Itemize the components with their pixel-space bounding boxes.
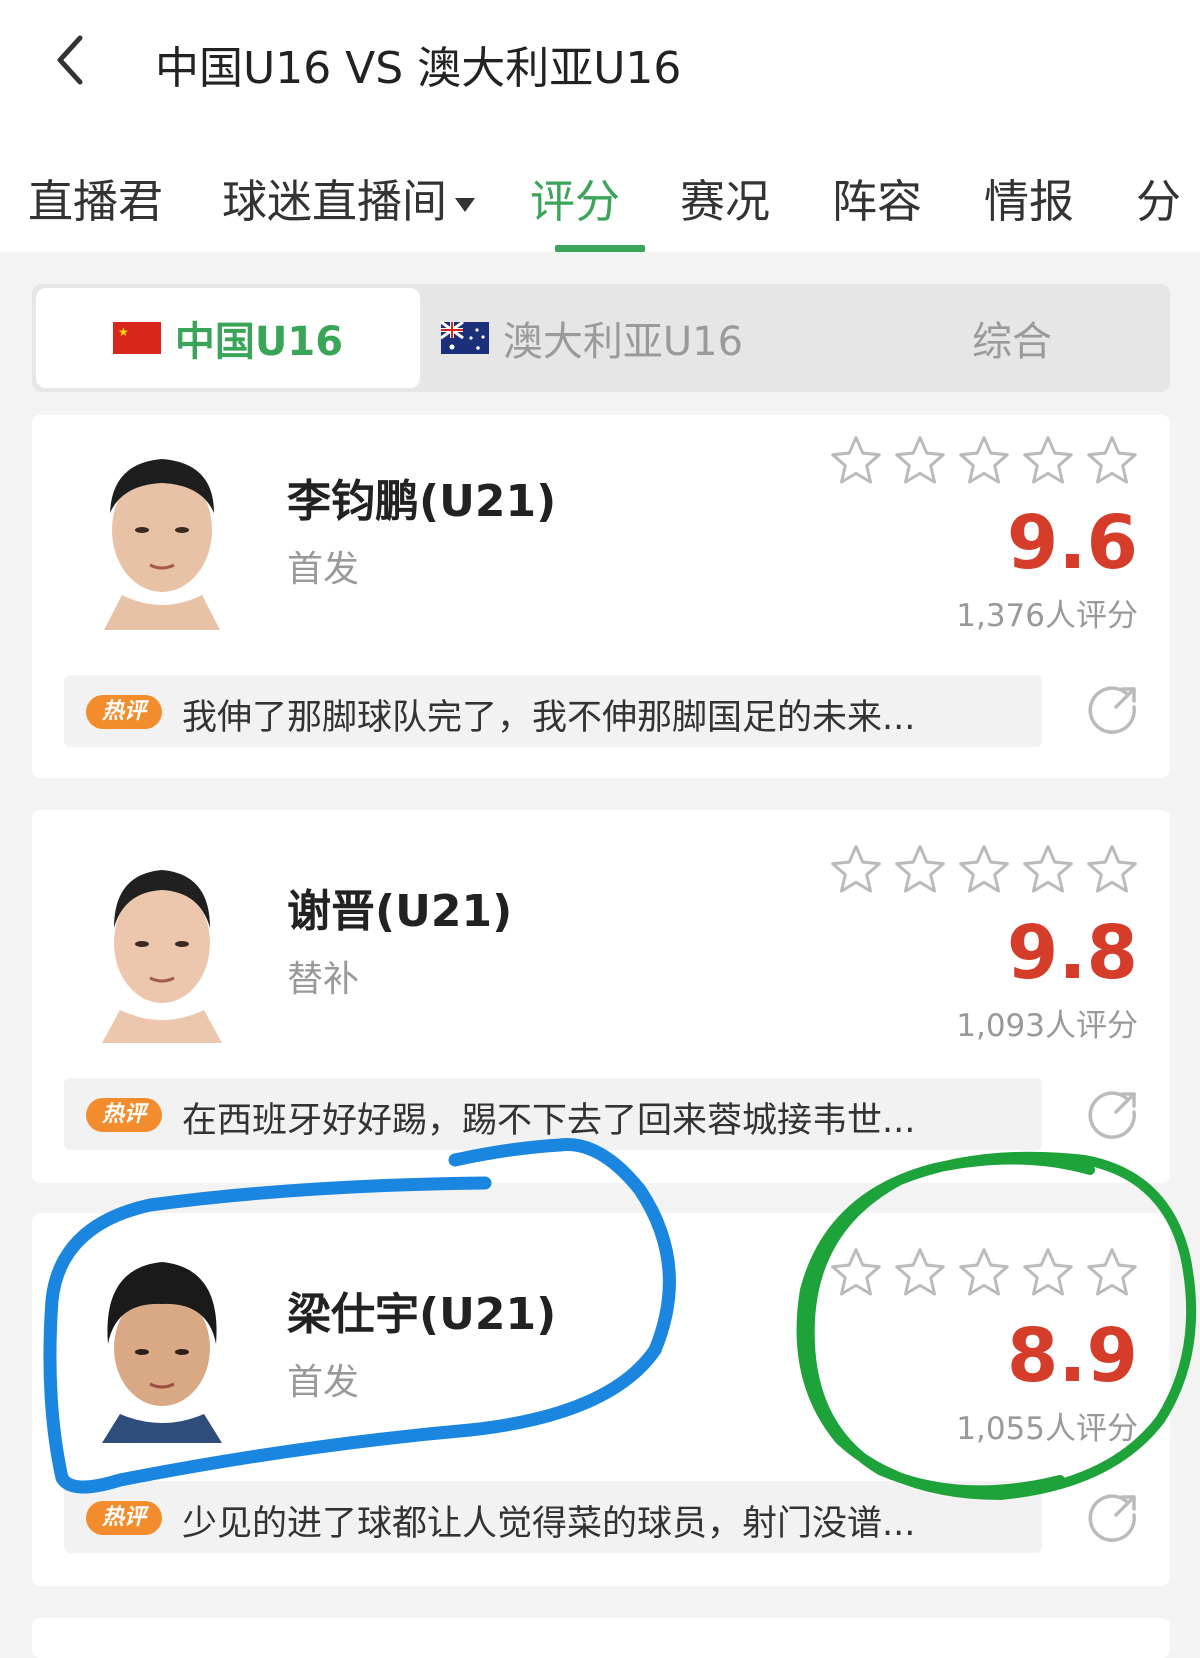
segment-china-label: 中国U16 (174, 319, 344, 365)
star-icon[interactable] (1020, 433, 1076, 489)
player-avatar (92, 1248, 232, 1443)
star-icon[interactable] (828, 842, 884, 898)
player-card[interactable]: 李钧鹏(U21) 首发 9.6 1,376人评分 热评 我伸了那脚球队完了，我不… (32, 415, 1170, 778)
hot-comment[interactable]: 热评 在西班牙好好踢，踢不下去了回来蓉城接韦世... (64, 1078, 1042, 1150)
player-card[interactable]: 谢晋(U21) 替补 9.8 1,093人评分 热评 在西班牙好好踢，踢不下去了… (32, 810, 1170, 1183)
rating-stars (828, 1245, 1140, 1301)
dropdown-caret-icon (455, 198, 476, 212)
active-tab-indicator (555, 245, 645, 252)
page-title: 中国U16 VS 澳大利亚U16 (155, 43, 682, 94)
rating-count: 1,055人评分 (956, 1411, 1138, 1447)
star-icon[interactable] (1020, 842, 1076, 898)
player-name: 谢晋(U21) (287, 886, 513, 937)
player-role: 首发 (287, 549, 360, 590)
rating-stars (828, 433, 1140, 489)
hot-comment-text: 在西班牙好好踢，踢不下去了回来蓉城接韦世... (182, 1101, 916, 1141)
share-icon[interactable] (1086, 1491, 1140, 1545)
star-icon[interactable] (892, 1245, 948, 1301)
player-role: 替补 (287, 959, 360, 1000)
star-icon[interactable] (956, 1245, 1012, 1301)
tab-live-host[interactable]: 直播君 (28, 165, 163, 230)
segment-china[interactable]: ★ 中国U16 (36, 288, 420, 388)
player-avatar (92, 848, 232, 1043)
hot-comment[interactable]: 热评 我伸了那脚球队完了，我不伸那脚国足的未来... (64, 675, 1042, 747)
star-icon[interactable] (892, 842, 948, 898)
star-icon[interactable] (956, 433, 1012, 489)
star-icon[interactable] (828, 433, 884, 489)
player-score: 9.6 (1006, 500, 1138, 586)
tab-intel[interactable]: 情报 (984, 165, 1074, 230)
star-icon[interactable] (1020, 1245, 1076, 1301)
share-icon[interactable] (1086, 1088, 1140, 1142)
tab-ratings[interactable]: 评分 (530, 165, 620, 230)
back-arrow-icon[interactable] (48, 30, 98, 90)
hot-comment[interactable]: 热评 少见的进了球都让人觉得菜的球员，射门没谱... (64, 1481, 1042, 1553)
tab-bar: 直播君 球迷直播间 评分 赛况 阵容 情报 分 (0, 125, 1200, 252)
hot-comment-badge: 热评 (86, 1098, 162, 1132)
svg-text:★: ★ (118, 325, 129, 339)
share-icon[interactable] (1086, 683, 1140, 737)
rating-stars (828, 842, 1140, 898)
player-name: 李钧鹏(U21) (287, 476, 557, 527)
player-name: 梁仕宇(U21) (287, 1289, 557, 1340)
top-bar: 中国U16 VS 澳大利亚U16 (0, 0, 1200, 125)
tab-partial[interactable]: 分 (1136, 165, 1181, 230)
player-card[interactable]: 梁仕宇(U21) 首发 8.9 1,055人评分 热评 少见的进了球都让人觉得菜… (32, 1213, 1170, 1586)
rating-count: 1,093人评分 (956, 1008, 1138, 1044)
rating-count: 1,376人评分 (956, 598, 1138, 634)
segment-australia[interactable]: 澳大利亚U16 (427, 284, 757, 392)
player-card-partial[interactable] (32, 1618, 1170, 1658)
hot-comment-badge: 热评 (86, 1501, 162, 1535)
player-score: 8.9 (1006, 1313, 1138, 1399)
hot-comment-badge: 热评 (86, 695, 162, 729)
tab-fan-live-room-label: 球迷直播间 (222, 175, 448, 228)
china-flag-icon: ★ (112, 322, 161, 354)
segment-australia-label: 澳大利亚U16 (502, 319, 744, 365)
tab-match-status[interactable]: 赛况 (680, 165, 770, 230)
hot-comment-text: 少见的进了球都让人觉得菜的球员，射门没谱... (182, 1504, 916, 1544)
team-segment-control: ★ 中国U16 澳大利亚U16 综合 (32, 284, 1170, 392)
tab-lineup[interactable]: 阵容 (832, 165, 922, 230)
player-role: 首发 (287, 1362, 360, 1403)
star-icon[interactable] (1084, 433, 1140, 489)
star-icon[interactable] (1084, 1245, 1140, 1301)
star-icon[interactable] (1084, 842, 1140, 898)
hot-comment-text: 我伸了那脚球队完了，我不伸那脚国足的未来... (182, 698, 916, 738)
star-icon[interactable] (828, 1245, 884, 1301)
segment-overall[interactable]: 综合 (862, 284, 1162, 392)
player-score: 9.8 (1006, 910, 1138, 996)
australia-flag-icon (440, 322, 489, 354)
tab-fan-live-room[interactable]: 球迷直播间 (222, 165, 476, 230)
star-icon[interactable] (892, 433, 948, 489)
player-avatar (92, 435, 232, 630)
star-icon[interactable] (956, 842, 1012, 898)
